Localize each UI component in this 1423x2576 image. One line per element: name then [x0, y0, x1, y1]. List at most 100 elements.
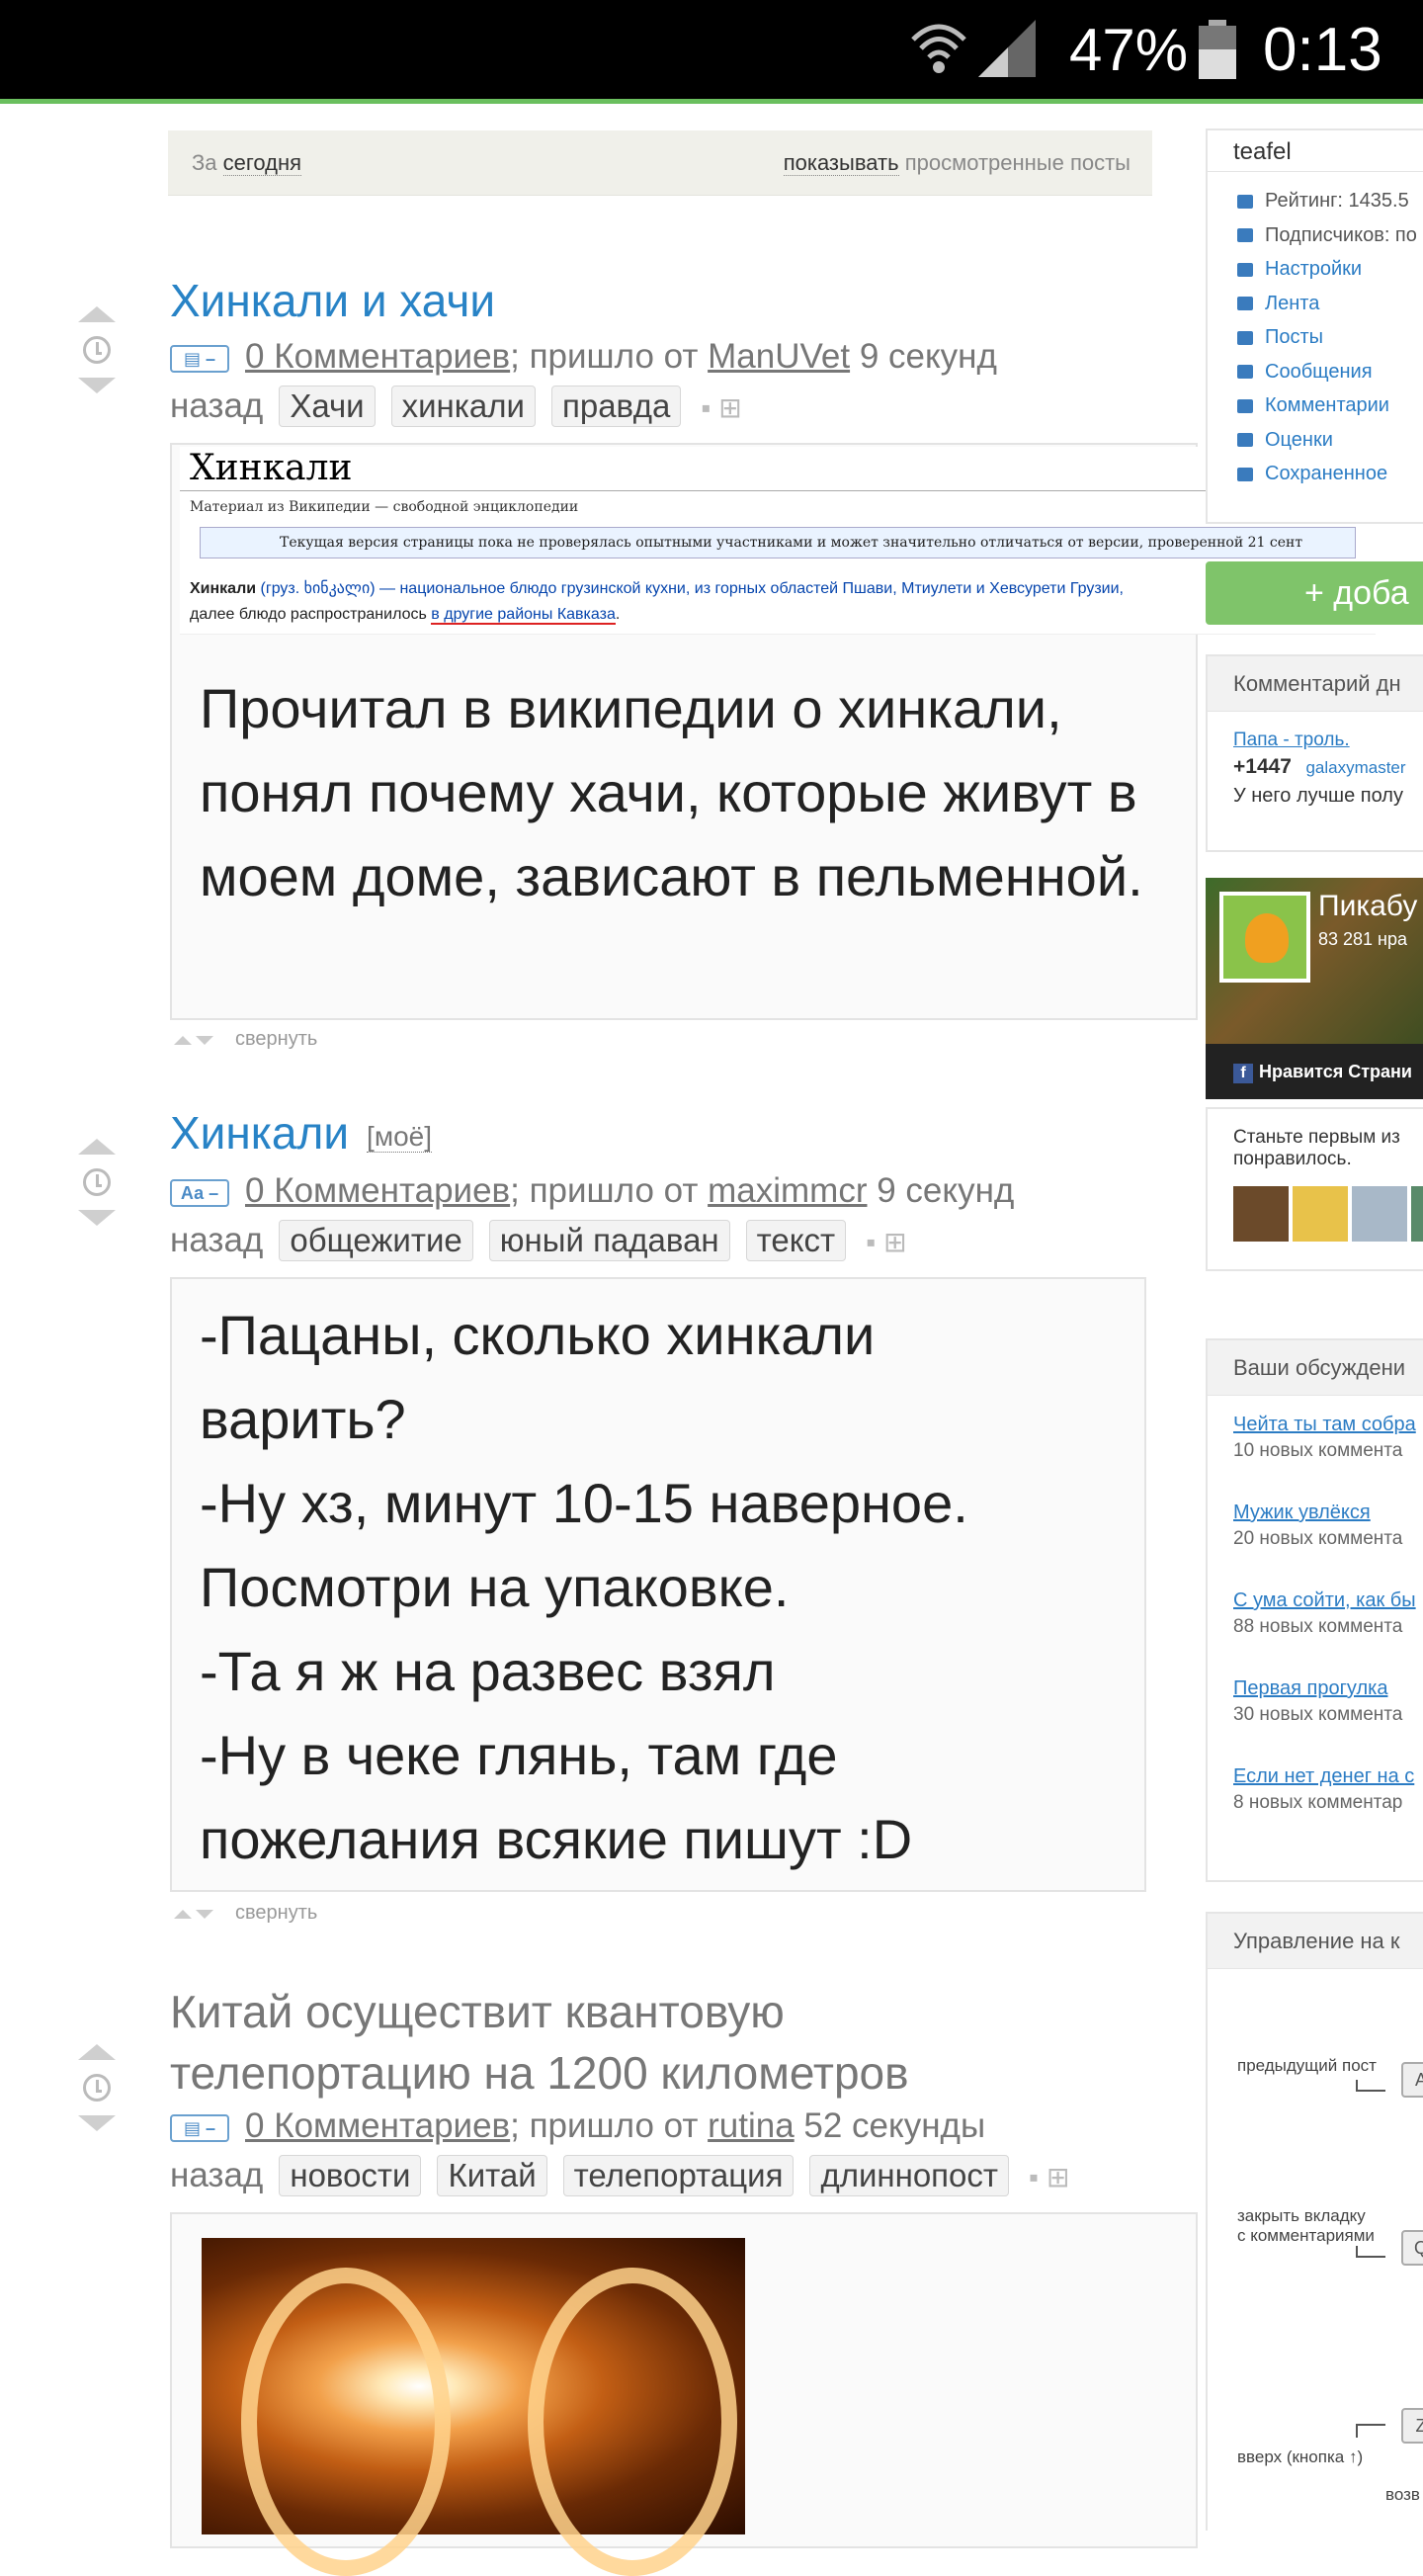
tag[interactable]: новости: [279, 2155, 422, 2196]
fb-like-button[interactable]: f Нравится Страни: [1206, 1044, 1423, 1099]
feed-filter-bar: За сегодня показывать просмотренные пост…: [168, 130, 1152, 196]
friend-avatar[interactable]: [1293, 1186, 1348, 1242]
period-filter: За сегодня: [192, 150, 302, 176]
comments-link[interactable]: 0 Комментариев: [245, 2106, 510, 2145]
post-meta: ▤ –0 Комментариев; пришло от ManUVet 9 с…: [170, 332, 1079, 433]
username[interactable]: teafel: [1208, 130, 1423, 172]
comments-link[interactable]: 0 Комментариев: [245, 337, 510, 376]
period-selector[interactable]: сегодня: [222, 150, 302, 176]
vote-up-small-icon[interactable]: [174, 1036, 192, 1045]
post-text-line: -Пацаны, сколько хинкали: [200, 1304, 876, 1366]
post-votes: [77, 306, 117, 393]
save-icon[interactable]: ▪⊞: [1029, 2153, 1077, 2202]
tag[interactable]: правда: [550, 386, 682, 427]
post-text-line: -Ну хз, минут 10-15 наверное.: [200, 1472, 968, 1534]
author-link[interactable]: ManUVet: [708, 337, 850, 376]
post-footer: свернуть: [174, 1028, 317, 1051]
friend-avatar[interactable]: [1411, 1186, 1423, 1242]
vote-up-icon[interactable]: [78, 306, 116, 322]
friend-avatar[interactable]: [1233, 1186, 1289, 1242]
vote-down-icon[interactable]: [78, 378, 116, 393]
tag[interactable]: хинкали: [390, 386, 536, 427]
post-text-line: -Та я ж на развес взял: [200, 1640, 776, 1702]
discussion-link[interactable]: Мужик увлёкся: [1233, 1502, 1423, 1524]
discussion-link[interactable]: Если нет денег на с: [1233, 1765, 1423, 1788]
signal-icon: [978, 20, 1036, 77]
mail-icon: [1237, 365, 1253, 380]
save-icon[interactable]: ▪⊞: [701, 384, 749, 433]
user-menu: teafel Рейтинг: 1435.5 Подписчиков: по Н…: [1206, 129, 1423, 524]
triangle-icon: [1237, 433, 1253, 448]
pointer-line: [1356, 2246, 1385, 2258]
author-link[interactable]: rutina: [708, 2106, 795, 2145]
post-footer: свернуть: [174, 1902, 317, 1925]
discussion-link[interactable]: Чейта ты там собра: [1233, 1414, 1423, 1436]
clock-icon: [83, 336, 111, 364]
feed-icon: [1237, 297, 1253, 311]
tag[interactable]: общежитие: [279, 1220, 473, 1261]
menu-comments[interactable]: Комментарии: [1208, 388, 1423, 423]
vote-down-small-icon[interactable]: [196, 1910, 213, 1919]
posts-icon: [1237, 330, 1253, 345]
clock-icon: [83, 1168, 111, 1196]
vote-down-small-icon[interactable]: [196, 1036, 213, 1045]
tag[interactable]: Китай: [437, 2155, 547, 2196]
key-a: A: [1401, 2062, 1423, 2098]
menu-settings[interactable]: Настройки: [1208, 252, 1423, 287]
wifi-icon: [911, 24, 966, 73]
author-link[interactable]: maximmcr: [708, 1171, 867, 1210]
post-title[interactable]: Хинкали и хачи: [170, 273, 495, 328]
vote-up-icon[interactable]: [78, 2044, 116, 2060]
post-title: Хинкали [моё]: [170, 1105, 432, 1164]
post-votes: [77, 1139, 117, 1226]
user-icon: [1237, 228, 1253, 243]
facebook-widget: Пикабу 83 281 нра f Нравится Страни: [1206, 878, 1423, 1099]
tag[interactable]: Хачи: [279, 386, 376, 427]
comment-of-day: Комментарий дн Папа - троль. +1447 galax…: [1206, 654, 1423, 852]
menu-saved[interactable]: Сохраненное: [1208, 457, 1423, 491]
show-toggle[interactable]: показывать: [783, 150, 899, 176]
vote-down-icon[interactable]: [78, 1210, 116, 1226]
save-icon[interactable]: ▪⊞: [866, 1218, 914, 1267]
gear-icon: [1237, 262, 1253, 277]
post-votes: [77, 2044, 117, 2131]
comments-link[interactable]: 0 Комментариев: [245, 1171, 510, 1210]
tag[interactable]: длиннопост: [809, 2155, 1010, 2196]
fb-page-name[interactable]: Пикабу: [1318, 890, 1417, 923]
comment-day-user[interactable]: galaxymaster: [1305, 758, 1405, 777]
collapse-link[interactable]: свернуть: [235, 1902, 317, 1924]
vote-up-icon[interactable]: [78, 1139, 116, 1155]
post-type-icon: Аа –: [170, 1178, 229, 1207]
key-q: Q: [1401, 2230, 1423, 2266]
add-post-button[interactable]: + доба: [1206, 561, 1423, 625]
menu-subscribers: Подписчиков: по: [1208, 218, 1423, 253]
vote-up-small-icon[interactable]: [174, 1910, 192, 1919]
battery-icon: [1199, 20, 1236, 79]
collapse-link[interactable]: свернуть: [235, 1028, 317, 1050]
pointer-line: [1356, 2080, 1385, 2092]
tag[interactable]: телепортация: [562, 2155, 795, 2196]
menu-ratings[interactable]: Оценки: [1208, 423, 1423, 458]
pikabu-logo: [1219, 892, 1310, 983]
battery-percent: 47%: [1069, 17, 1189, 83]
post-title-link[interactable]: Хинкали: [170, 1107, 349, 1159]
fb-friends: Станьте первым из понравилось.: [1206, 1107, 1423, 1271]
tag[interactable]: юный падаван: [488, 1220, 730, 1261]
menu-feed[interactable]: Лента: [1208, 287, 1423, 321]
menu-messages[interactable]: Сообщения: [1208, 355, 1423, 389]
comment-day-link[interactable]: Папа - троль.: [1233, 730, 1423, 751]
discussion-link[interactable]: С ума сойти, как бы: [1233, 1589, 1423, 1612]
discussions-panel: Ваши обсуждени Чейта ты там собра 10 нов…: [1206, 1338, 1423, 1882]
rating-icon: [1237, 194, 1253, 209]
tag[interactable]: текст: [745, 1220, 847, 1261]
post-text-line: пожелания всякие пишут :D: [200, 1808, 913, 1870]
status-bar: 47% 0:13: [0, 0, 1423, 104]
discussion-link[interactable]: Первая прогулка: [1233, 1677, 1423, 1700]
friend-avatar[interactable]: [1352, 1186, 1407, 1242]
comment-icon: [1237, 398, 1253, 413]
post-text: Прочитал в википедии о хинкали, понял по…: [200, 677, 1143, 907]
post-title[interactable]: Китай осуществит квантовую телепортацию …: [170, 1981, 909, 2104]
post-type-icon: ▤ –: [170, 2113, 229, 2142]
menu-posts[interactable]: Посты: [1208, 320, 1423, 355]
vote-down-icon[interactable]: [78, 2115, 116, 2131]
